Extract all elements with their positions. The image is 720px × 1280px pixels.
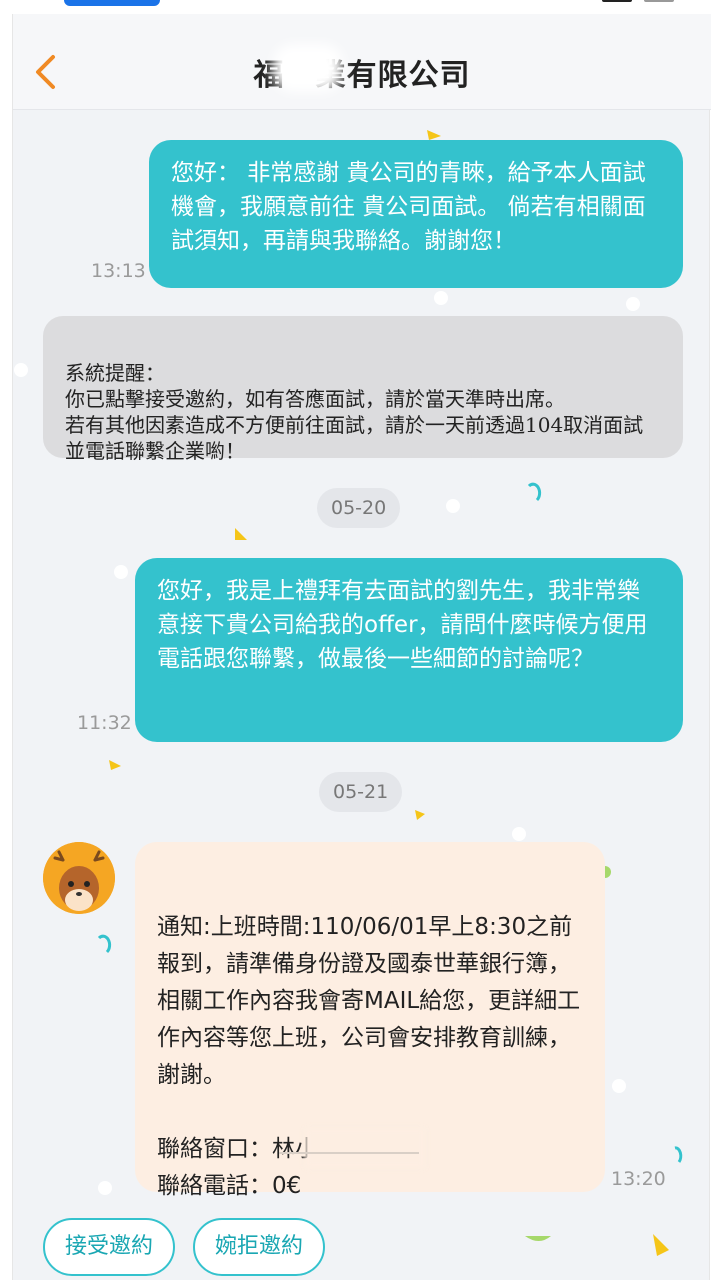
underline-mark [279, 1152, 419, 1154]
message-time: 11:32 [77, 712, 132, 734]
deer-mascot-icon [43, 842, 115, 914]
system-message-text: 系統提醒： 你已點擊接受邀約，如有答應面試，請於當天準時出席。 若有其他因素造成… [65, 361, 644, 463]
received-message: 通知:上班時間:110/06/01早上8:30之前報到，請準備身份證及國泰世華銀… [135, 842, 605, 1199]
redaction-blur [273, 44, 343, 92]
message-text: 您好： 非常感謝 貴公司的青睞，給予本人面試機會，我願意前往 貴公司面試。 倘若… [171, 160, 646, 254]
accept-invitation-button[interactable]: 接受邀約 [43, 1218, 176, 1276]
redaction-blur [305, 1128, 425, 1168]
status-bar [0, 0, 720, 12]
message-time: 13:13 [91, 260, 146, 282]
date-separator: 05-20 [317, 488, 401, 528]
sent-message: 您好： 非常感謝 貴公司的青睞，給予本人面試機會，我願意前往 貴公司面試。 倘若… [149, 140, 683, 288]
signal-icon [602, 0, 632, 2]
date-separator: 05-21 [319, 772, 403, 812]
nav-bar: 福 業有限公司 [13, 14, 711, 110]
status-indicator [64, 0, 160, 6]
status-icons [602, 0, 674, 4]
decline-invitation-button[interactable]: 婉拒邀約 [193, 1218, 326, 1276]
company-avatar[interactable] [43, 842, 115, 914]
message-time: 13:20 [611, 1168, 666, 1190]
system-message: 系統提醒： 你已點擊接受邀約，如有答應面試，請於當天準時出席。 若有其他因素造成… [43, 316, 683, 463]
sent-message: 您好，我是上禮拜有去面試的劉先生，我非常樂意接下貴公司給我的offer，請問什麼… [135, 558, 683, 742]
message-text: 您好，我是上禮拜有去面試的劉先生，我非常樂意接下貴公司給我的offer，請問什麼… [157, 578, 648, 672]
chat-screen: 福 業有限公司 13:13 您好： 非常感謝 貴公司的青睞，給予本人面試機會，我… [12, 14, 711, 1280]
page-title: 福 業有限公司 [13, 44, 711, 94]
battery-icon [644, 0, 674, 2]
